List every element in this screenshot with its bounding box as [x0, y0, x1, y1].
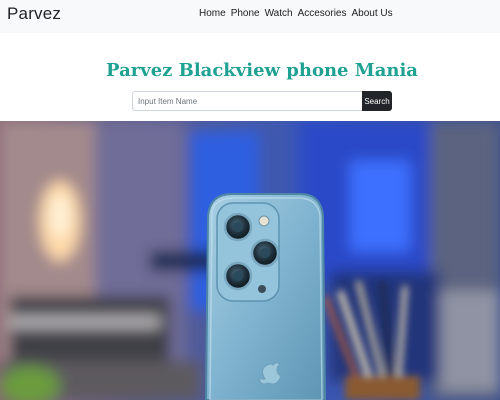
search-button[interactable]: Search [362, 91, 392, 111]
nav-link-home[interactable]: Home [199, 8, 226, 19]
search-input[interactable] [132, 91, 362, 111]
brand-logo-link[interactable]: Parvez [7, 4, 61, 24]
hero-banner [0, 121, 500, 400]
nav-link-about-us[interactable]: About Us [351, 8, 392, 19]
nav-links: Home Phone Watch Accesories About Us [199, 8, 393, 19]
search-bar: Search [132, 91, 392, 111]
nav-link-accesories[interactable]: Accesories [298, 8, 347, 19]
nav-link-phone[interactable]: Phone [231, 8, 260, 19]
hero-phone-image [0, 121, 500, 400]
page-headline: Parvez Blackview phone Mania [106, 60, 418, 81]
top-navbar: Parvez Home Phone Watch Accesories About… [0, 0, 500, 33]
nav-link-watch[interactable]: Watch [265, 8, 293, 19]
